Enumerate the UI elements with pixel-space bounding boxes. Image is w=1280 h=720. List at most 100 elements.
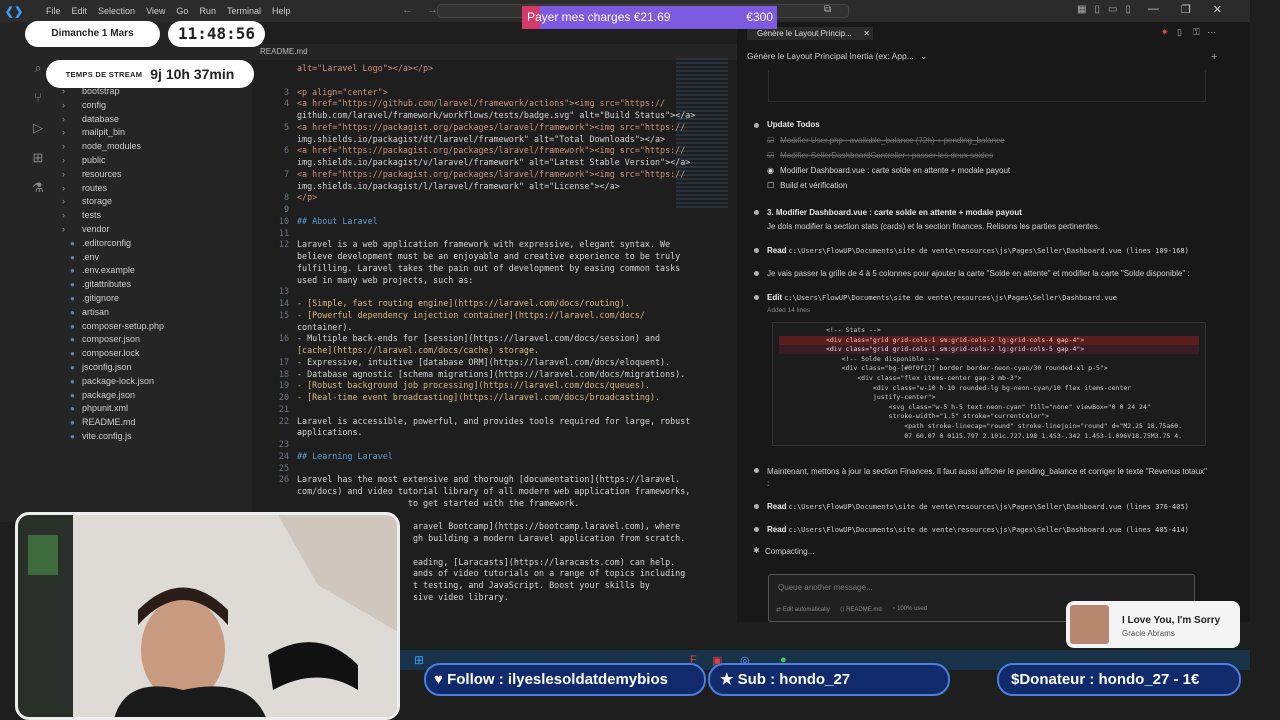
explorer-file[interactable]: ● package-lock.json [62, 374, 154, 388]
toggle-sidebar-icon[interactable]: ▯ [1094, 4, 1100, 15]
line-text: ## Learning Laravel [297, 450, 393, 461]
code-line: 12 Laravel is a web application framework… [252, 238, 692, 250]
tree-item-label: composer-setup.php [82, 320, 165, 331]
explorer-folder[interactable]: › storage [62, 194, 112, 208]
extensions-icon[interactable]: ⊞ [30, 150, 46, 166]
todo-item[interactable]: ◉ Modifier Dashboard.vue : carte solde en… [767, 166, 1010, 175]
code-line: 18 - Database agnostic [schema migrations… [252, 368, 692, 380]
testing-icon[interactable]: ⚗ [30, 180, 46, 196]
explorer-file[interactable]: ● phpunit.xml [62, 401, 128, 415]
update-todos-heading: Update Todos [767, 120, 820, 129]
toggle-secondary-sidebar-icon[interactable]: ▯ [1125, 4, 1131, 15]
explorer-file[interactable]: ● composer-setup.php [62, 319, 164, 333]
explorer-folder[interactable]: › tests [62, 208, 101, 222]
star-icon: ★ [720, 671, 734, 688]
windows-start-icon[interactable]: ⊞ [414, 653, 424, 667]
tree-item-label: package.json [82, 389, 136, 400]
tree-item-label: config [82, 99, 107, 110]
file-icon: ● [70, 432, 75, 441]
source-control-icon[interactable]: ⑂ [30, 90, 46, 106]
explorer-file[interactable]: ● .env.example [62, 263, 135, 277]
back-arrow-icon[interactable]: ← [402, 4, 413, 16]
todo-item[interactable]: ☐ Build et vérification [767, 181, 847, 190]
song-artist: Gracie Abrams [1122, 629, 1175, 638]
explorer-folder[interactable]: › vendor [62, 222, 110, 236]
diff-line-ctx: <div class="flex items-center gap-3 mb-3… [779, 374, 1022, 382]
edit-entry[interactable]: Edit c:\Users\FlowUP\Documents\site de v… [767, 293, 1117, 302]
line-number: 22 [278, 415, 289, 426]
close-icon[interactable]: ✕ [1213, 3, 1222, 16]
code-line: 8 </p> [252, 191, 692, 203]
line-number: 5 [283, 121, 289, 132]
menu-item-view[interactable]: View [146, 6, 165, 16]
explorer-file[interactable]: ● .gitignore [62, 291, 119, 305]
more-icon[interactable]: ⋯ [1207, 27, 1216, 38]
code-line: alt="Laravel Logo"></a></p> [252, 62, 692, 74]
explorer-folder[interactable]: › routes [62, 181, 107, 195]
code-line: 20 - [Real-time event broadcasting](https… [252, 391, 692, 403]
menu-item-help[interactable]: Help [272, 6, 291, 16]
chat-session-title[interactable]: Génère le Layout Principal Inertia (ex: … [747, 51, 927, 62]
read-entry-1[interactable]: Read c:\Users\FlowUP\Documents\site de v… [767, 246, 1189, 255]
menu-item-edit[interactable]: Edit [72, 6, 88, 16]
bullet-icon [754, 271, 759, 276]
run-debug-icon[interactable]: ▷ [30, 120, 46, 136]
code-line: 21 [252, 403, 692, 415]
context-file-chip[interactable]: ⟨⟩ README.md [840, 606, 882, 613]
lock-icon[interactable]: ⚿ [1193, 27, 1200, 38]
explorer-file[interactable]: ● .editorconfig [62, 236, 131, 250]
menu-item-go[interactable]: Go [176, 6, 188, 16]
maximize-icon[interactable]: ❐ [1181, 3, 1191, 16]
new-chat-icon[interactable]: + [1211, 51, 1217, 63]
bullet-icon [754, 248, 759, 253]
line-text: - [Powerful dependency injection contain… [297, 309, 645, 320]
follow-banner: ♥ Follow : ilyeslesoldatdemybios [424, 663, 706, 696]
line-text: com/docs) and video tutorial library of … [297, 486, 691, 496]
read-entry-2[interactable]: Read c:\Users\FlowUP\Documents\site de v… [767, 502, 1189, 511]
code-line: 24 ## Learning Laravel [252, 450, 692, 462]
explorer-file[interactable]: ● composer.lock [62, 346, 140, 360]
toggle-panel-icon[interactable]: ▭ [1108, 4, 1117, 15]
search-icon[interactable]: ⌕ [30, 60, 46, 76]
close-icon[interactable]: ✕ [863, 27, 870, 40]
explorer-folder[interactable]: › resources [62, 167, 122, 181]
menu-item-terminal[interactable]: Terminal [227, 6, 261, 16]
todo-item[interactable]: ☑ Modifier User.php : available_balance (… [767, 136, 1005, 145]
explorer-file[interactable]: ● vite.config.js [62, 429, 132, 443]
menu-bar: File Edit Selection View Go Run Terminal Help [46, 6, 290, 16]
minimize-icon[interactable]: — [1148, 3, 1159, 16]
flame-icon[interactable]: ✷ [1161, 27, 1169, 38]
line-number: 23 [278, 439, 289, 449]
edit-mode-toggle[interactable]: ⇄ Edit automatically [776, 606, 830, 613]
explorer-file[interactable]: ● composer.json [62, 332, 140, 346]
line-text: ## About Laravel [297, 215, 378, 226]
explorer-folder[interactable]: › node_modules [62, 139, 141, 153]
read-entry-3[interactable]: Read c:\Users\FlowUP\Documents\site de v… [767, 525, 1189, 534]
explorer-file[interactable]: ● package.json [62, 388, 135, 402]
explorer-folder[interactable]: › database [62, 112, 119, 126]
explorer-file[interactable]: ● README.md [62, 415, 136, 429]
explorer-file[interactable]: ● .env [62, 250, 99, 264]
explorer-file[interactable]: ● .gitattributes [62, 277, 131, 291]
copilot-icon[interactable]: ⧉ [824, 4, 831, 15]
code-line: believe development must be an enjoyable… [252, 250, 692, 262]
menu-item-run[interactable]: Run [199, 6, 216, 16]
tab-readme[interactable]: README.md [260, 47, 308, 56]
split-view-icon[interactable]: ▯ [1177, 27, 1182, 38]
explorer-folder[interactable]: › public [62, 153, 106, 167]
diff-view[interactable]: <!-- Stats --> <div class="grid grid-col… [772, 322, 1206, 446]
input-footer: ⇄ Edit automatically ⟨⟩ README.md ◔ 100%… [776, 606, 927, 613]
explorer-folder[interactable]: › config [62, 98, 106, 112]
layout-grid-icon[interactable]: ▦ [1077, 4, 1086, 15]
explorer-file[interactable]: ● jsconfig.json [62, 360, 132, 374]
line-text: img.shields.io/packagist/l/laravel/frame… [297, 180, 620, 191]
explorer-folder[interactable]: › mailpit_bin [62, 125, 125, 139]
menu-item-file[interactable]: File [46, 6, 61, 16]
todo-item[interactable]: ☑ Modifier SellerDashboardController : pa… [767, 151, 993, 160]
line-text: - Database agnostic [schema migrations](… [297, 368, 686, 379]
menu-item-selection[interactable]: Selection [98, 6, 135, 16]
code-line: 22 Laravel is accessible, powerful, and p… [252, 415, 692, 427]
bullet-icon [754, 295, 759, 300]
explorer-file[interactable]: ● artisan [62, 305, 109, 319]
todo-label: Build et vérification [780, 181, 848, 190]
